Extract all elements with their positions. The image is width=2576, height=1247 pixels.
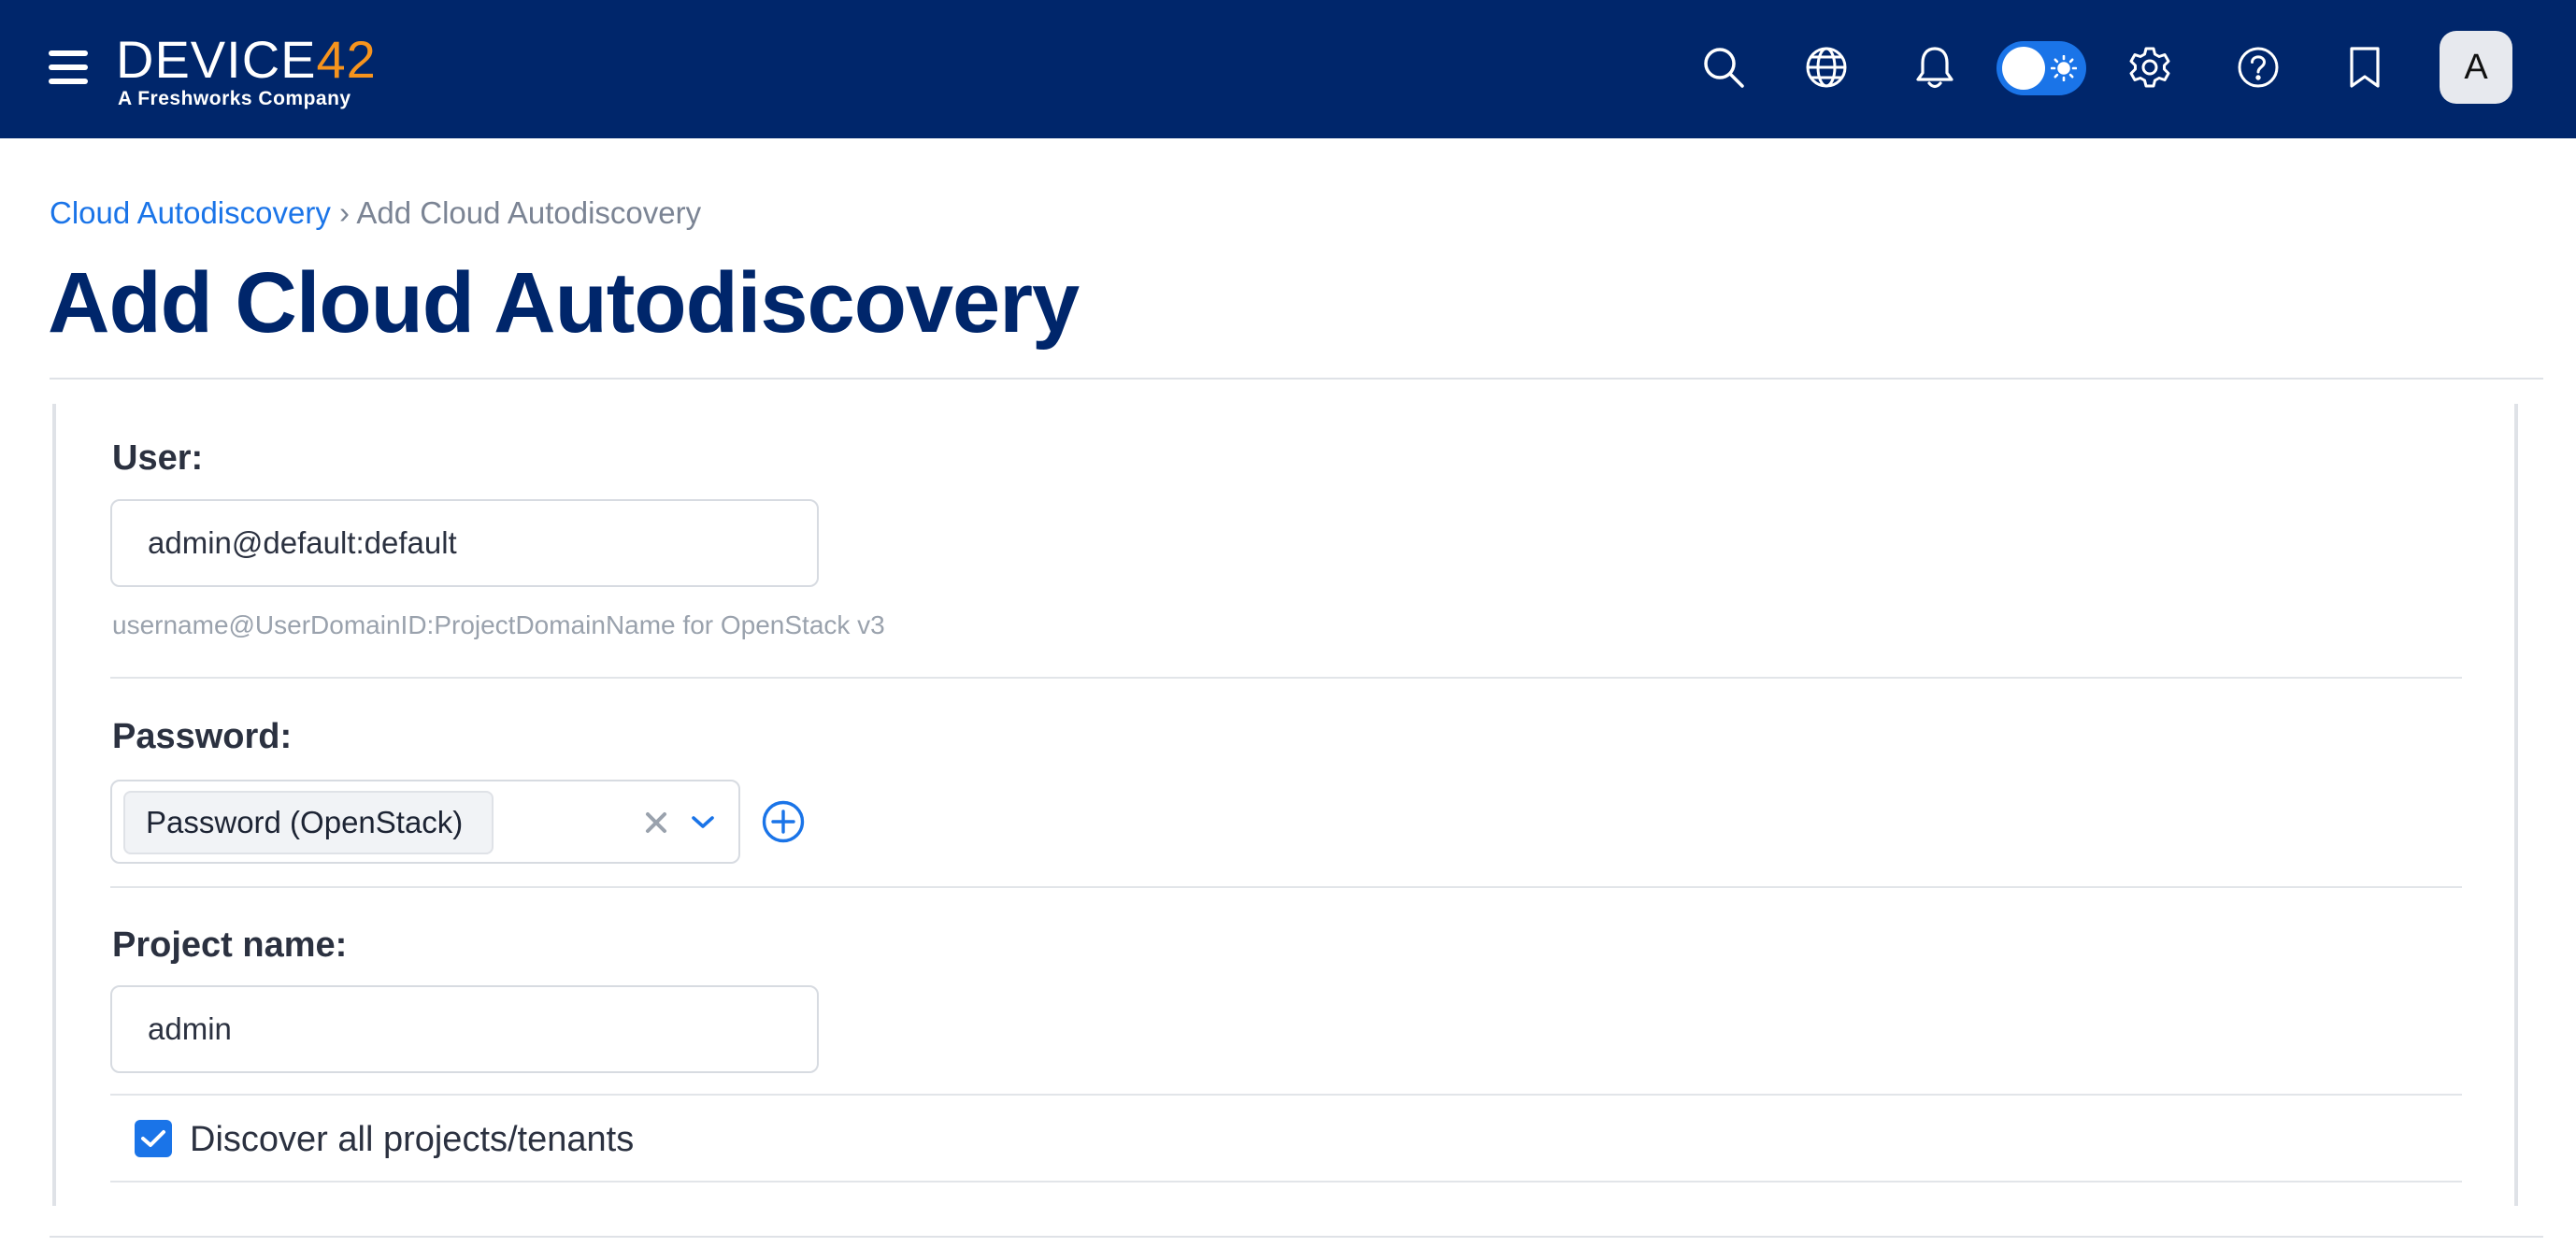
logo-tagline: A Freshworks Company [118, 88, 351, 109]
breadcrumb-current: Add Cloud Autodiscovery [356, 195, 702, 230]
gear-icon[interactable] [2124, 41, 2176, 93]
project-name-label: Project name: [112, 925, 348, 965]
row-divider [110, 1094, 2462, 1096]
menu-icon[interactable] [49, 50, 88, 84]
title-divider [50, 378, 2543, 380]
breadcrumb: Cloud Autodiscovery › Add Cloud Autodisc… [50, 194, 701, 232]
user-input[interactable] [110, 499, 819, 587]
password-selected-chip: Password (OpenStack) [123, 791, 494, 854]
bookmark-icon[interactable] [2339, 41, 2391, 93]
project-name-input[interactable] [110, 985, 819, 1073]
user-label: User: [112, 438, 204, 478]
row-divider [110, 1181, 2462, 1182]
panel-bottom-divider [50, 1236, 2543, 1238]
discover-all-label[interactable]: Discover all projects/tenants [190, 1119, 634, 1160]
discover-all-checkbox[interactable] [135, 1120, 172, 1157]
plus-circle-icon[interactable] [761, 799, 806, 844]
row-divider [110, 677, 2462, 679]
panel-right-border [2514, 404, 2518, 1206]
search-icon[interactable] [1697, 41, 1750, 93]
check-icon [141, 1130, 165, 1147]
logo[interactable]: DEVICE42 A Freshworks Company [116, 32, 376, 112]
sun-icon [2051, 55, 2077, 81]
close-icon[interactable] [637, 802, 675, 843]
user-help-text: username@UserDomainID:ProjectDomainName … [112, 610, 885, 639]
logo-wordmark: DEVICE42 [116, 30, 377, 89]
help-icon[interactable] [2232, 41, 2284, 93]
bell-icon[interactable] [1909, 41, 1961, 93]
globe-icon[interactable] [1800, 41, 1853, 93]
theme-toggle[interactable] [1996, 41, 2086, 95]
panel-left-border [52, 404, 56, 1206]
toggle-knob [2002, 47, 2045, 90]
page-title: Add Cloud Autodiscovery [48, 255, 1080, 351]
row-divider [110, 886, 2462, 888]
password-label: Password: [112, 717, 293, 756]
user-avatar[interactable]: A [2440, 31, 2512, 104]
top-navbar: DEVICE42 A Freshworks Company A [0, 0, 2576, 138]
breadcrumb-parent-link[interactable]: Cloud Autodiscovery [50, 195, 331, 230]
breadcrumb-separator: › [339, 195, 351, 230]
chevron-down-icon[interactable] [684, 802, 722, 843]
password-select[interactable]: Password (OpenStack) [110, 780, 740, 864]
